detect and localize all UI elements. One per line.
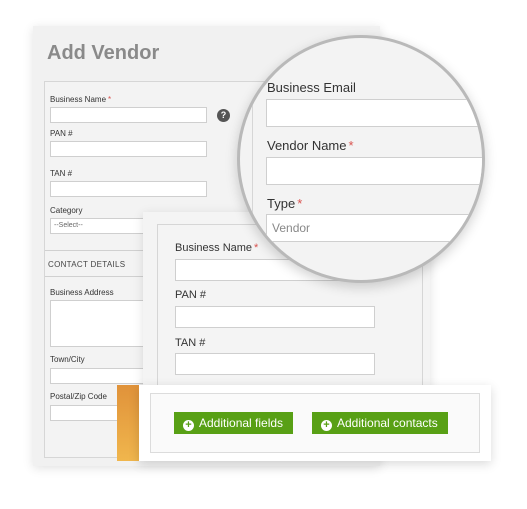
type-label: Type * xyxy=(267,196,303,211)
actions-panel: + Additional fields + Additional contacts xyxy=(150,393,480,453)
orange-accent-tab xyxy=(117,385,139,461)
town-city-label: Town/City xyxy=(50,355,85,364)
additional-contacts-button[interactable]: + Additional contacts xyxy=(312,412,448,434)
zoomed-tan-input[interactable] xyxy=(175,353,375,375)
zoomed-pan-input[interactable] xyxy=(175,306,375,328)
zoomed-business-name-label: Business Name * xyxy=(175,242,259,254)
business-name-label: Business Name * xyxy=(50,95,112,104)
pan-input[interactable] xyxy=(50,141,207,157)
magnifier-lens: Business Email Vendor Name * Type * Vendor xyxy=(237,35,485,283)
business-email-input[interactable] xyxy=(266,99,482,127)
business-address-label: Business Address xyxy=(50,288,114,297)
contact-details-heading: CONTACT DETAILS xyxy=(48,260,126,269)
actions-card: + Additional fields + Additional contacts xyxy=(139,385,491,461)
magnified-panel-edge xyxy=(252,58,253,280)
tan-label: TAN # xyxy=(50,169,73,178)
category-label: Category xyxy=(50,206,83,215)
vendor-name-input[interactable] xyxy=(266,157,482,185)
zoomed-tan-label: TAN # xyxy=(175,337,206,349)
zoomed-pan-label: PAN # xyxy=(175,289,206,301)
type-select[interactable]: Vendor xyxy=(266,214,482,242)
business-name-input[interactable] xyxy=(50,107,207,123)
business-email-label: Business Email xyxy=(267,80,356,95)
additional-fields-button[interactable]: + Additional fields xyxy=(174,412,294,434)
plus-circle-icon: + xyxy=(183,420,194,431)
town-city-input[interactable] xyxy=(50,368,150,384)
additional-contacts-label: Additional contacts xyxy=(337,416,438,430)
plus-circle-icon: + xyxy=(321,420,332,431)
tan-input[interactable] xyxy=(50,181,207,197)
help-icon[interactable]: ? xyxy=(217,109,230,122)
page-title: Add Vendor xyxy=(47,42,160,64)
vendor-name-label: Vendor Name * xyxy=(267,138,354,153)
pan-label: PAN # xyxy=(50,129,73,138)
business-address-input[interactable] xyxy=(50,300,150,347)
postal-zip-label: Postal/Zip Code xyxy=(50,392,107,401)
additional-fields-label: Additional fields xyxy=(199,416,284,430)
